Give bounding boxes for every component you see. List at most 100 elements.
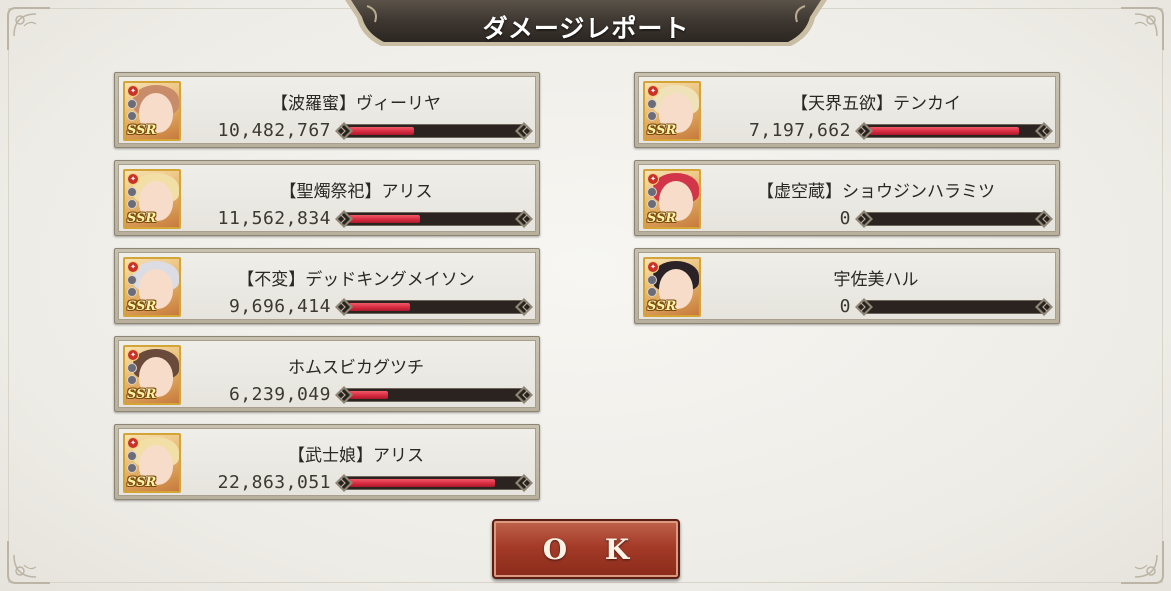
skill-icon — [647, 187, 657, 197]
character-portrait: ✦ SSR — [123, 433, 181, 493]
character-portrait: ✦ SSR — [643, 81, 701, 141]
character-portrait: ✦ SSR — [123, 345, 181, 405]
corner-ornament-icon — [6, 539, 52, 585]
gauge-cap-right-icon — [1035, 298, 1053, 316]
damage-gauge — [335, 386, 533, 404]
element-badge-icon: ✦ — [647, 261, 659, 273]
ok-button-label: O K — [542, 533, 644, 566]
character-portrait: ✦ SSR — [123, 81, 181, 141]
skill-icons — [127, 451, 137, 475]
character-name: 【聖燭祭祀】アリス — [279, 182, 433, 202]
character-card: ✦ SSR 【天界五欲】テンカイ 7,197,662 — [634, 72, 1060, 148]
element-badge-icon: ✦ — [127, 85, 139, 97]
skill-icons — [127, 187, 137, 211]
rarity-label: SSR — [127, 387, 157, 402]
character-card: ✦ SSR ホムスビカグツチ 6,239,049 — [114, 336, 540, 412]
gauge-cap-left-icon — [335, 474, 353, 492]
rarity-label: SSR — [127, 299, 157, 314]
rarity-label: SSR — [127, 211, 157, 226]
element-badge-icon: ✦ — [647, 85, 659, 97]
character-card: ✦ SSR 【波羅蜜】ヴィーリヤ 10,482,767 — [114, 72, 540, 148]
character-portrait: ✦ SSR — [643, 169, 701, 229]
gauge-cap-right-icon — [515, 210, 533, 228]
element-badge-icon: ✦ — [127, 437, 139, 449]
damage-value: 0 — [839, 296, 851, 317]
corner-ornament-icon — [1119, 539, 1165, 585]
skill-icons — [127, 275, 137, 299]
card-panel: ✦ SSR 【波羅蜜】ヴィーリヤ 10,482,767 — [118, 76, 536, 144]
damage-gauge — [335, 122, 533, 140]
skill-icon — [647, 287, 657, 297]
damage-value: 10,482,767 — [217, 120, 331, 141]
corner-ornament-icon — [1119, 6, 1165, 52]
element-badge-icon: ✦ — [127, 173, 139, 185]
damage-value: 9,696,414 — [228, 296, 331, 317]
damage-value: 6,239,049 — [228, 384, 331, 405]
damage-gauge — [335, 210, 533, 228]
gauge-cap-right-icon — [1035, 122, 1053, 140]
gauge-cap-right-icon — [1035, 210, 1053, 228]
card-panel: ✦ SSR 宇佐美ハル 0 — [638, 252, 1056, 320]
title-banner: ダメージレポート — [345, 0, 827, 48]
rarity-label: SSR — [647, 299, 677, 314]
character-card: ✦ SSR 宇佐美ハル 0 — [634, 248, 1060, 324]
skill-icon — [127, 99, 137, 109]
element-badge-icon: ✦ — [127, 349, 139, 361]
gauge-track — [863, 300, 1045, 314]
skill-icon — [127, 451, 137, 461]
gauge-cap-right-icon — [515, 474, 533, 492]
rarity-label: SSR — [127, 475, 157, 490]
skill-icons — [127, 363, 137, 387]
skill-icon — [647, 99, 657, 109]
damage-value: 22,863,051 — [217, 472, 331, 493]
character-name: 【虚空蔵】ショウジンハラミツ — [757, 182, 995, 202]
skill-icon — [127, 375, 137, 385]
corner-ornament-icon — [6, 6, 52, 52]
skill-icon — [127, 111, 137, 121]
gauge-cap-right-icon — [515, 122, 533, 140]
gauge-cap-left-icon — [335, 210, 353, 228]
gauge-cap-left-icon — [855, 210, 873, 228]
damage-gauge — [335, 474, 533, 492]
character-portrait: ✦ SSR — [123, 169, 181, 229]
rarity-label: SSR — [127, 123, 157, 138]
skill-icon — [127, 463, 137, 473]
damage-gauge — [855, 210, 1053, 228]
character-card: ✦ SSR 【聖燭祭祀】アリス 11,562,834 — [114, 160, 540, 236]
skill-icon — [127, 199, 137, 209]
element-badge-icon: ✦ — [127, 261, 139, 273]
character-card: ✦ SSR 【不変】デッドキングメイソン 9,696,414 — [114, 248, 540, 324]
character-name: 宇佐美ハル — [833, 270, 919, 290]
gauge-fill — [349, 303, 410, 311]
skill-icon — [647, 199, 657, 209]
gauge-fill — [349, 127, 414, 135]
rarity-label: SSR — [647, 211, 677, 226]
gauge-fill — [349, 391, 388, 399]
damage-value: 0 — [839, 208, 851, 229]
card-panel: ✦ SSR 【天界五欲】テンカイ 7,197,662 — [638, 76, 1056, 144]
skill-icon — [127, 287, 137, 297]
character-card: ✦ SSR 【武士娘】アリス 22,863,051 — [114, 424, 540, 500]
gauge-fill — [349, 479, 495, 487]
card-panel: ✦ SSR 【虚空蔵】ショウジンハラミツ 0 — [638, 164, 1056, 232]
skill-icons — [647, 99, 657, 123]
damage-gauge — [335, 298, 533, 316]
rarity-label: SSR — [647, 123, 677, 138]
ok-button[interactable]: O K — [492, 519, 680, 579]
gauge-track — [863, 212, 1045, 226]
skill-icons — [647, 187, 657, 211]
character-name: 【武士娘】アリス — [288, 446, 424, 466]
skill-icons — [127, 99, 137, 123]
skill-icons — [647, 275, 657, 299]
gauge-cap-left-icon — [335, 122, 353, 140]
damage-value: 7,197,662 — [748, 120, 851, 141]
damage-gauge — [855, 122, 1053, 140]
card-panel: ✦ SSR 【不変】デッドキングメイソン 9,696,414 — [118, 252, 536, 320]
card-panel: ✦ SSR ホムスビカグツチ 6,239,049 — [118, 340, 536, 408]
character-portrait: ✦ SSR — [123, 257, 181, 317]
skill-icon — [127, 275, 137, 285]
character-name: 【天界五欲】テンカイ — [791, 94, 961, 114]
gauge-cap-right-icon — [515, 386, 533, 404]
dialog-title: ダメージレポート — [482, 14, 690, 43]
gauge-cap-left-icon — [855, 122, 873, 140]
